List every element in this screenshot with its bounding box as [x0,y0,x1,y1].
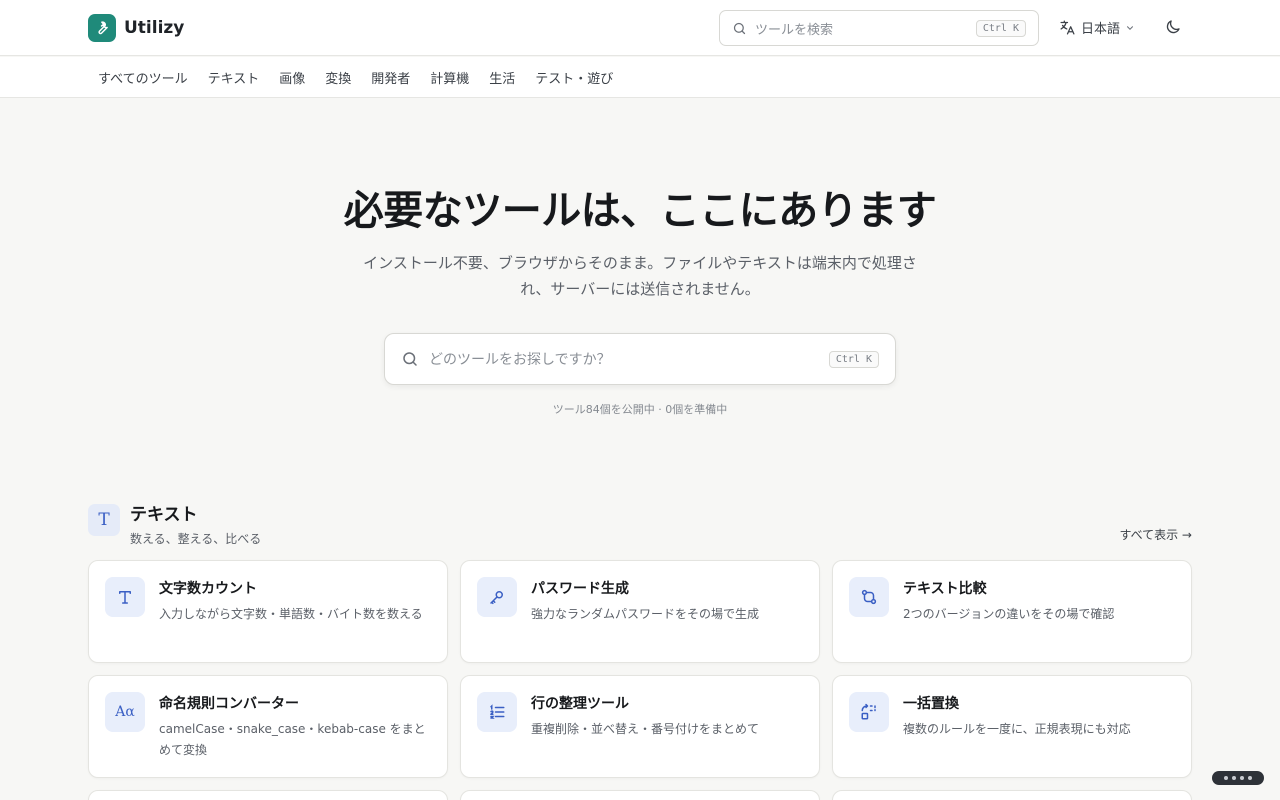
tool-card-line-tools[interactable]: 行の整理ツール 重複削除・並べ替え・番号付けをまとめて [460,675,820,778]
floating-pager-indicator[interactable] [1212,771,1264,785]
header-search-shortcut: Ctrl K [975,19,1026,37]
tool-description: 重複削除・並べ替え・番号付けをまとめて [531,722,760,736]
tool-title: 一括置換 [903,696,959,712]
category-developer[interactable]: 開発者 [361,68,420,87]
tool-card-password[interactable]: パスワード生成 強力なランダムパスワードをその場で生成 [460,560,820,663]
category-nav: すべてのツール テキスト 画像 変換 開発者 計算機 生活 テスト・遊び [0,57,1280,98]
section-title: テキスト [130,505,198,525]
category-all[interactable]: すべてのツール [88,68,198,87]
chevron-down-icon [1126,25,1134,30]
theme-toggle-button[interactable] [1164,18,1184,38]
search-icon [403,352,417,366]
tool-count-stats: ツール84個を公開中 · 0個を準備中 [552,403,728,416]
tool-description: camelCase・snake_case・kebab-case をまとめて変換 [159,722,426,757]
category-calculator[interactable]: 計算機 [420,68,479,87]
pager-dot [1224,776,1228,780]
see-all-link[interactable]: すべて表示 → [1100,526,1192,543]
moon-icon [1166,20,1180,34]
hero-search-input[interactable]: どのツールをお探しですか？ Ctrl K [384,333,896,385]
tool-card-case-converter[interactable]: Aα 命名規則コンバーター camelCase・snake_case・kebab… [88,675,448,778]
brand-name: Utilizy [124,18,185,38]
tool-card-partial[interactable] [832,790,1192,800]
section-header-text: T テキスト 数える、整える、比べる [88,500,261,547]
translate-icon [1060,20,1075,35]
tool-card-text-diff[interactable]: テキスト比較 2つのバージョンの違いをその場で確認 [832,560,1192,663]
hero-search-shortcut: Ctrl K [828,350,879,368]
search-icon [733,22,746,34]
text-t-icon: T [88,504,120,536]
tool-card-bulk-replace[interactable]: 一括置換 複数のルールを一度に、正規表現にも対応 [832,675,1192,778]
wrench-icon [88,14,116,42]
top-header: Utilizy ツールを検索 Ctrl K 日本語 [0,0,1280,56]
section-subtitle: 数える、整える、比べる [130,532,262,546]
tool-card-partial[interactable] [88,790,448,800]
brand-logo[interactable]: Utilizy [88,14,184,42]
tool-description: 2つのバージョンの違いをその場で確認 [903,607,1115,621]
pager-dot [1232,776,1236,780]
header-search-input[interactable]: ツールを検索 Ctrl K [719,10,1039,46]
tool-description: 強力なランダムパスワードをその場で生成 [531,607,760,621]
hero-subtitle: インストール不要、ブラウザからそのまま。ファイルやテキストは端末内で処理され、サ… [363,254,917,298]
list-ordered-icon [477,692,517,732]
tool-title: 命名規則コンバーター [159,696,299,712]
pager-dot [1240,776,1244,780]
replace-icon [849,692,889,732]
git-compare-icon [849,577,889,617]
tool-card-char-count[interactable]: 文字数カウント 入力しながら文字数・単語数・バイト数を数える [88,560,448,663]
category-tests-fun[interactable]: テスト・遊び [525,68,623,87]
category-convert[interactable]: 変換 [315,68,361,87]
tool-title: パスワード生成 [531,581,629,597]
hero-search-placeholder: どのツールをお探しですか？ [429,352,611,368]
header-search-placeholder: ツールを検索 [755,22,834,38]
tool-title: テキスト比較 [903,581,987,597]
tool-description: 複数のルールを一度に、正規表現にも対応 [903,722,1131,736]
key-icon [477,577,517,617]
tool-title: 文字数カウント [159,581,257,597]
pager-dot [1248,776,1252,780]
tool-description: 入力しながら文字数・単語数・バイト数を数える [159,607,423,621]
hero-title: 必要なツールは、ここにあります [343,188,937,234]
category-image[interactable]: 画像 [269,68,315,87]
tool-title: 行の整理ツール [531,696,629,712]
tool-card-partial[interactable] [460,790,820,800]
category-life[interactable]: 生活 [479,68,525,87]
language-selector[interactable]: 日本語 [1059,18,1135,37]
text-t-icon [105,577,145,617]
case-icon: Aα [105,692,145,732]
category-text[interactable]: テキスト [198,68,270,87]
language-label: 日本語 [1081,22,1121,37]
